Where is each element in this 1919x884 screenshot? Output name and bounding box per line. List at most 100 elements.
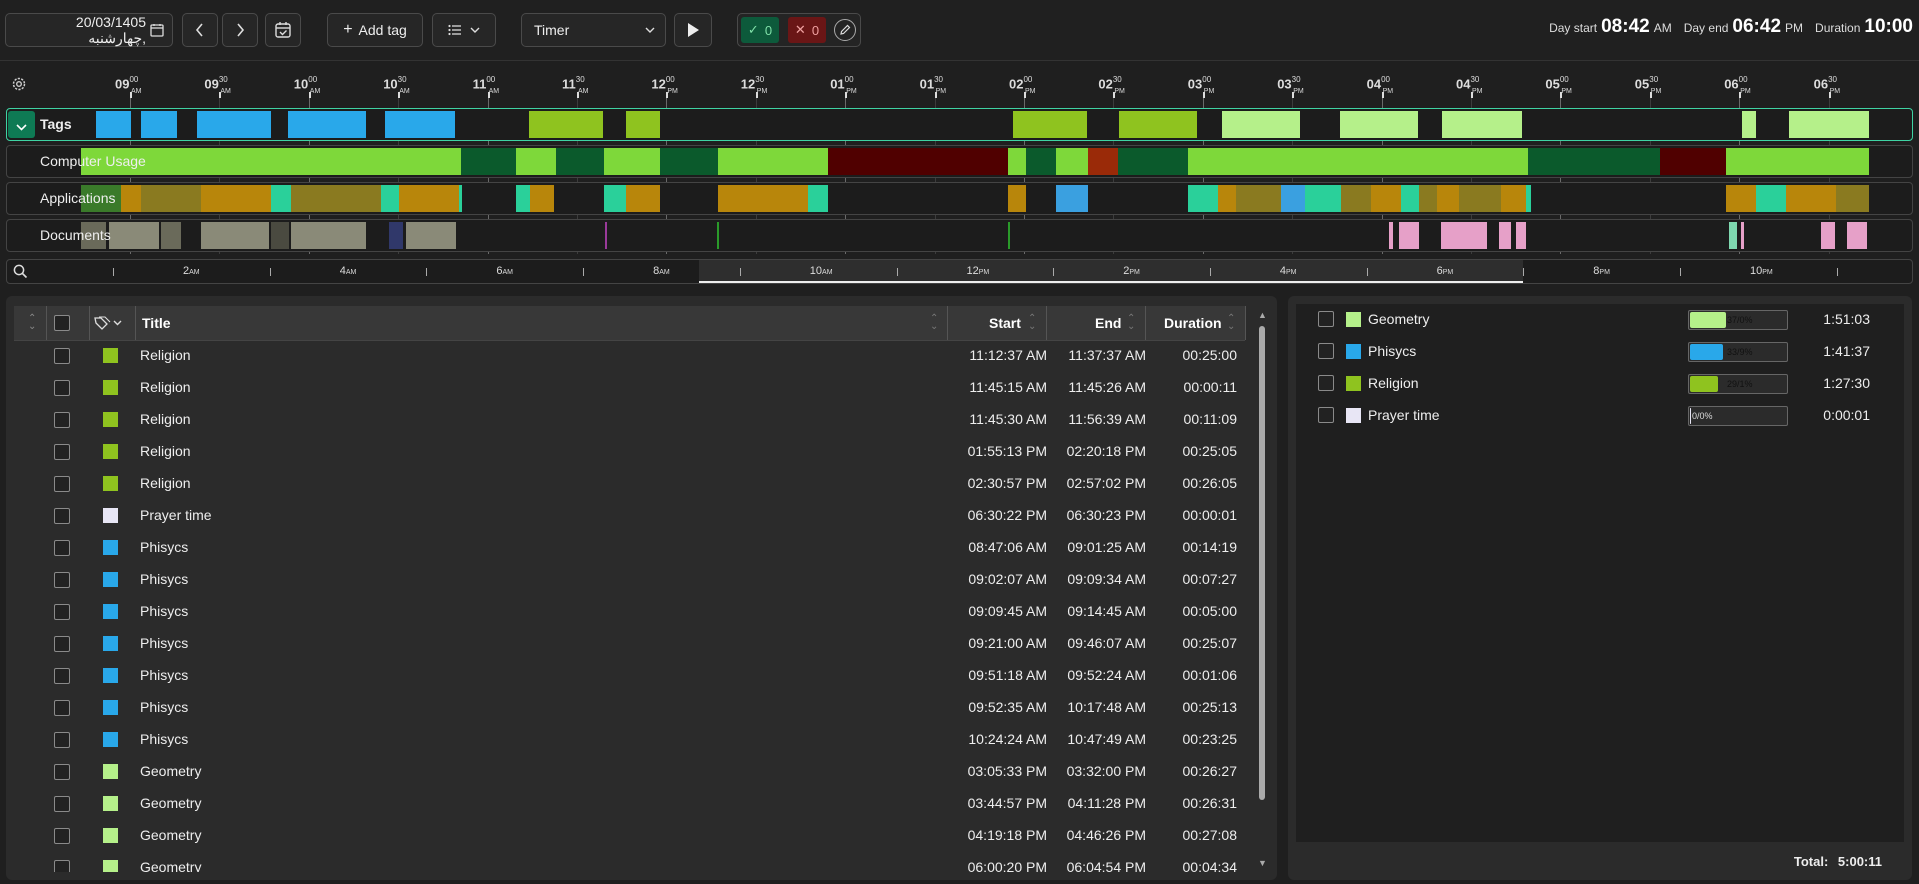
timeline-segment[interactable]	[718, 185, 808, 212]
timeline-segment[interactable]	[1501, 185, 1526, 212]
tags-row[interactable]: Tags	[6, 108, 1913, 141]
timeline-segment[interactable]	[1789, 111, 1869, 138]
timeline-segment[interactable]	[1056, 185, 1088, 212]
timeline-segment[interactable]	[1726, 148, 1869, 175]
timeline-segment[interactable]	[1660, 148, 1726, 175]
table-row[interactable]: Religion 02:30:57 PM 02:57:02 PM 00:26:05	[14, 468, 1245, 500]
timeline-segment[interactable]	[1419, 185, 1437, 212]
timeline-segment[interactable]	[556, 148, 604, 175]
timeline-segment[interactable]	[459, 185, 462, 212]
timeline-segment[interactable]	[141, 185, 201, 212]
add-tag-button[interactable]: + Add tag	[327, 13, 423, 47]
summary-checkbox[interactable]	[1318, 311, 1334, 327]
timeline-segment[interactable]	[516, 148, 556, 175]
timeline-segment[interactable]	[1188, 148, 1528, 175]
row-checkbox[interactable]	[54, 348, 70, 364]
sort-icon[interactable]: ⌃ ⌄	[1227, 314, 1235, 332]
row-checkbox[interactable]	[54, 540, 70, 556]
table-row[interactable]: Prayer time 06:30:22 PM 06:30:23 PM 00:00:0…	[14, 500, 1245, 532]
timeline-segment[interactable]	[109, 222, 159, 249]
timeline-segment[interactable]	[291, 185, 381, 212]
view-options-button[interactable]	[432, 13, 496, 47]
start-column-header[interactable]: Start	[989, 315, 1021, 331]
computer-usage-row[interactable]: Computer Usage	[6, 145, 1913, 178]
title-column-header[interactable]: Title	[142, 315, 171, 331]
timeline-segment[interactable]	[1459, 185, 1501, 212]
today-button[interactable]	[265, 13, 301, 47]
timeline-segment[interactable]	[530, 185, 554, 212]
applications-row[interactable]: Applications	[6, 182, 1913, 215]
row-checkbox[interactable]	[54, 764, 70, 780]
timeline-segment[interactable]	[605, 222, 607, 249]
search-icon[interactable]	[13, 264, 28, 282]
summary-checkbox[interactable]	[1318, 375, 1334, 391]
timeline-segment[interactable]	[1437, 185, 1459, 212]
timeline-segment[interactable]	[1786, 185, 1836, 212]
timeline-segment[interactable]	[1013, 111, 1087, 138]
sort-icon[interactable]: ⌃ ⌄	[1028, 314, 1036, 332]
sort-icon[interactable]: ⌃ ⌄	[1127, 314, 1135, 332]
table-row[interactable]: Geometry 03:44:57 PM 04:11:28 PM 00:26:31	[14, 788, 1245, 820]
timeline-segment[interactable]	[1442, 111, 1522, 138]
timeline-segment[interactable]	[1222, 111, 1300, 138]
summary-item[interactable]: Phisycs 33/9% 1:41:37	[1300, 341, 1880, 373]
timeline-segment[interactable]	[1218, 185, 1236, 212]
documents-row[interactable]: Documents	[6, 219, 1913, 252]
row-checkbox[interactable]	[54, 572, 70, 588]
timeline-segment[interactable]	[1528, 148, 1660, 175]
timeline-segment[interactable]	[1441, 222, 1487, 249]
timeline-segment[interactable]	[718, 148, 828, 175]
timeline-segment[interactable]	[141, 111, 177, 138]
timeline-segment[interactable]	[604, 185, 626, 212]
timeline-segment[interactable]	[1188, 185, 1218, 212]
timeline-settings-button[interactable]	[10, 75, 28, 93]
sort-icon[interactable]: ⌃ ⌄	[930, 314, 938, 332]
timeline-segment[interactable]	[1008, 185, 1026, 212]
timeline-segment[interactable]	[1756, 185, 1786, 212]
collapse-toggle[interactable]	[8, 111, 35, 138]
rejected-counter[interactable]: ✕ 0	[788, 17, 826, 43]
timeline-segment[interactable]	[1742, 111, 1756, 138]
timeline-segment[interactable]	[717, 222, 719, 249]
timeline-segment[interactable]	[121, 185, 141, 212]
row-checkbox[interactable]	[54, 860, 70, 872]
table-row[interactable]: Religion 11:45:15 AM 11:45:26 AM 00:00:11	[14, 372, 1245, 404]
timeline-segment[interactable]	[1056, 148, 1088, 175]
scroll-down-arrow[interactable]: ▼	[1258, 858, 1267, 868]
start-timer-button[interactable]	[674, 13, 712, 47]
timeline-segment[interactable]	[385, 111, 455, 138]
row-checkbox[interactable]	[54, 444, 70, 460]
table-row[interactable]: Religion 11:45:30 AM 11:56:39 AM 00:11:09	[14, 404, 1245, 436]
timeline-segment[interactable]	[201, 222, 269, 249]
row-checkbox[interactable]	[54, 668, 70, 684]
row-checkbox[interactable]	[54, 636, 70, 652]
table-row[interactable]: Phisycs 09:02:07 AM 09:09:34 AM 00:07:27	[14, 564, 1245, 596]
timeline-segment[interactable]	[516, 185, 530, 212]
table-row[interactable]: Phisycs 09:21:00 AM 09:46:07 AM 00:25:07	[14, 628, 1245, 660]
timeline-segment[interactable]	[604, 148, 660, 175]
timeline-segment[interactable]	[1726, 185, 1756, 212]
summary-item[interactable]: Geometry 37/0% 1:51:03	[1300, 309, 1880, 341]
timeline-segment[interactable]	[161, 222, 181, 249]
table-scrollbar[interactable]: ▲ ▼	[1255, 306, 1269, 874]
previous-day-button[interactable]	[182, 13, 218, 47]
timeline-segment[interactable]	[1340, 111, 1418, 138]
timeline-segment[interactable]	[1236, 185, 1281, 212]
table-row[interactable]: Phisycs 09:09:45 AM 09:14:45 AM 00:05:00	[14, 596, 1245, 628]
timeline-segment[interactable]	[1118, 148, 1188, 175]
timeline-segment[interactable]	[1526, 185, 1531, 212]
row-checkbox[interactable]	[54, 604, 70, 620]
timeline-segment[interactable]	[291, 222, 366, 249]
summary-checkbox[interactable]	[1318, 407, 1334, 423]
row-checkbox[interactable]	[54, 796, 70, 812]
scrollbar-thumb[interactable]	[1259, 326, 1265, 800]
timeline-segment[interactable]	[1847, 222, 1867, 249]
timeline-segment[interactable]	[399, 185, 459, 212]
select-all-checkbox[interactable]	[54, 315, 70, 331]
timeline-segment[interactable]	[1281, 185, 1305, 212]
end-column-header[interactable]: End	[1095, 315, 1121, 331]
timeline-segment[interactable]	[1401, 185, 1419, 212]
timeline-segment[interactable]	[389, 222, 403, 249]
row-checkbox[interactable]	[54, 828, 70, 844]
table-row[interactable]: Phisycs 10:24:24 AM 10:47:49 AM 00:23:25	[14, 724, 1245, 756]
